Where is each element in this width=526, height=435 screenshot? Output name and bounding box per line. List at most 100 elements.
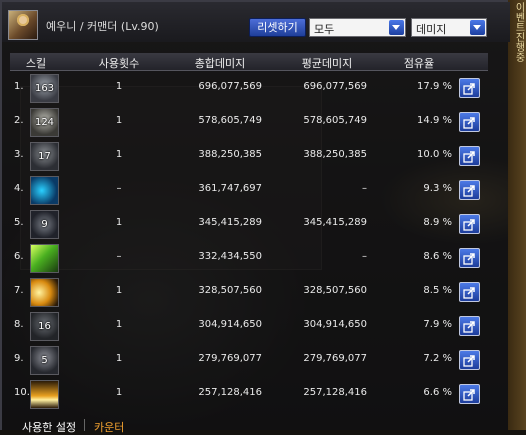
filter-dropdown[interactable]: 모두: [309, 18, 406, 37]
tab-used-settings[interactable]: 사용한 설정: [22, 419, 76, 435]
row-share: 10.0 %: [417, 149, 452, 160]
skill-icon: 17: [30, 142, 59, 171]
row-average-damage: 328,507,560: [303, 285, 367, 296]
row-total-damage: 304,914,650: [198, 319, 262, 330]
detail-button[interactable]: [459, 112, 480, 132]
side-event-text: 이벤트진행중: [513, 2, 524, 62]
detail-button[interactable]: [459, 180, 480, 200]
table-header: 스킬 사용횟수 총합데미지 평균데미지 점유율: [10, 53, 488, 71]
row-total-damage: 696,077,569: [198, 81, 262, 92]
skill-icon: 9: [30, 210, 59, 239]
damage-meter-window: 예우니 / 커맨더 (Lv.90) 리셋하기 모두 데미지 스킬 사용횟수 총합…: [0, 0, 510, 434]
row-share: 8.9 %: [423, 217, 452, 228]
export-icon: [463, 355, 475, 367]
row-uses: 1: [115, 285, 123, 296]
filter-dropdown-value: 모두: [314, 23, 335, 36]
row-share: 6.6 %: [423, 387, 452, 398]
export-icon: [463, 219, 475, 231]
detail-button[interactable]: [459, 282, 480, 302]
row-rank: 5.: [14, 217, 24, 228]
row-uses: –: [116, 251, 122, 262]
row-average-damage: 257,128,416: [303, 387, 367, 398]
sort-dropdown-value: 데미지: [416, 23, 447, 36]
window-header: 예우니 / 커맨더 (Lv.90) 리셋하기 모두 데미지: [2, 2, 510, 42]
table-row: 9. 5 1 279,769,077 279,769,077 7.2 %: [10, 343, 488, 377]
skill-level: 9: [41, 219, 48, 230]
row-uses: 1: [115, 387, 123, 398]
column-average-damage[interactable]: 평균데미지: [272, 55, 382, 71]
detail-button[interactable]: [459, 214, 480, 234]
skill-level: 17: [38, 151, 51, 162]
row-average-damage: 696,077,569: [303, 81, 367, 92]
row-share: 14.9 %: [417, 115, 452, 126]
skill-level: 5: [41, 355, 48, 366]
row-uses: 1: [115, 81, 123, 92]
row-uses: 1: [115, 115, 123, 126]
skill-icon: [30, 176, 59, 205]
tab-divider: [84, 419, 85, 431]
row-average-damage: 578,605,749: [303, 115, 367, 126]
table-row: 2. 124 1 578,605,749 578,605,749 14.9 %: [10, 105, 488, 139]
export-icon: [463, 83, 475, 95]
chevron-down-icon[interactable]: [470, 20, 485, 35]
skill-level: 163: [34, 83, 55, 94]
table-row: 5. 9 1 345,415,289 345,415,289 8.9 %: [10, 207, 488, 241]
export-icon: [463, 117, 475, 129]
row-total-damage: 332,434,550: [198, 251, 262, 262]
sort-dropdown[interactable]: 데미지: [411, 18, 487, 37]
skill-icon: 5: [30, 346, 59, 375]
table-row: 1. 163 1 696,077,569 696,077,569 17.9 %: [10, 71, 488, 105]
detail-button[interactable]: [459, 384, 480, 404]
column-uses[interactable]: 사용횟수: [74, 55, 164, 71]
skill-table: 1. 163 1 696,077,569 696,077,569 17.9 % …: [10, 71, 488, 411]
table-row: 7. 1 328,507,560 328,507,560 8.5 %: [10, 275, 488, 309]
detail-button[interactable]: [459, 248, 480, 268]
row-total-damage: 388,250,385: [198, 149, 262, 160]
row-uses: 1: [115, 353, 123, 364]
row-average-damage: 304,914,650: [303, 319, 367, 330]
skill-icon: 16: [30, 312, 59, 341]
side-event-strip: 이벤트진행중: [508, 0, 526, 430]
detail-button[interactable]: [459, 78, 480, 98]
detail-button[interactable]: [459, 316, 480, 336]
row-share: 8.6 %: [423, 251, 452, 262]
row-total-damage: 279,769,077: [198, 353, 262, 364]
row-average-damage: 345,415,289: [303, 217, 367, 228]
column-skill[interactable]: 스킬: [10, 55, 62, 71]
row-share: 7.9 %: [423, 319, 452, 330]
row-rank: 9.: [14, 353, 24, 364]
row-average-damage: –: [362, 251, 367, 262]
row-average-damage: 279,769,077: [303, 353, 367, 364]
detail-button[interactable]: [459, 350, 480, 370]
row-average-damage: –: [362, 183, 367, 194]
reset-button[interactable]: 리셋하기: [249, 18, 306, 37]
export-icon: [463, 185, 475, 197]
skill-icon: [30, 278, 59, 307]
table-row: 10. 1 257,128,416 257,128,416 6.6 %: [10, 377, 488, 411]
tab-counter[interactable]: 카운터: [94, 419, 124, 435]
export-icon: [463, 287, 475, 299]
row-uses: 1: [115, 149, 123, 160]
chevron-down-icon[interactable]: [389, 20, 404, 35]
row-total-damage: 345,415,289: [198, 217, 262, 228]
table-row: 3. 17 1 388,250,385 388,250,385 10.0 %: [10, 139, 488, 173]
row-rank: 1.: [14, 81, 24, 92]
skill-icon: 163: [30, 74, 59, 103]
row-rank: 2.: [14, 115, 24, 126]
row-rank: 10.: [14, 387, 30, 398]
column-share[interactable]: 점유율: [380, 55, 458, 71]
row-rank: 3.: [14, 149, 24, 160]
skill-icon: 124: [30, 108, 59, 137]
row-share: 17.9 %: [417, 81, 452, 92]
column-total-damage[interactable]: 총합데미지: [170, 55, 270, 71]
detail-button[interactable]: [459, 146, 480, 166]
row-total-damage: 578,605,749: [198, 115, 262, 126]
row-uses: –: [116, 183, 122, 194]
export-icon: [463, 253, 475, 265]
table-row: 6. – 332,434,550 – 8.6 %: [10, 241, 488, 275]
row-rank: 7.: [14, 285, 24, 296]
table-row: 4. – 361,747,697 – 9.3 %: [10, 173, 488, 207]
row-rank: 6.: [14, 251, 24, 262]
row-average-damage: 388,250,385: [303, 149, 367, 160]
character-avatar: [8, 10, 38, 40]
